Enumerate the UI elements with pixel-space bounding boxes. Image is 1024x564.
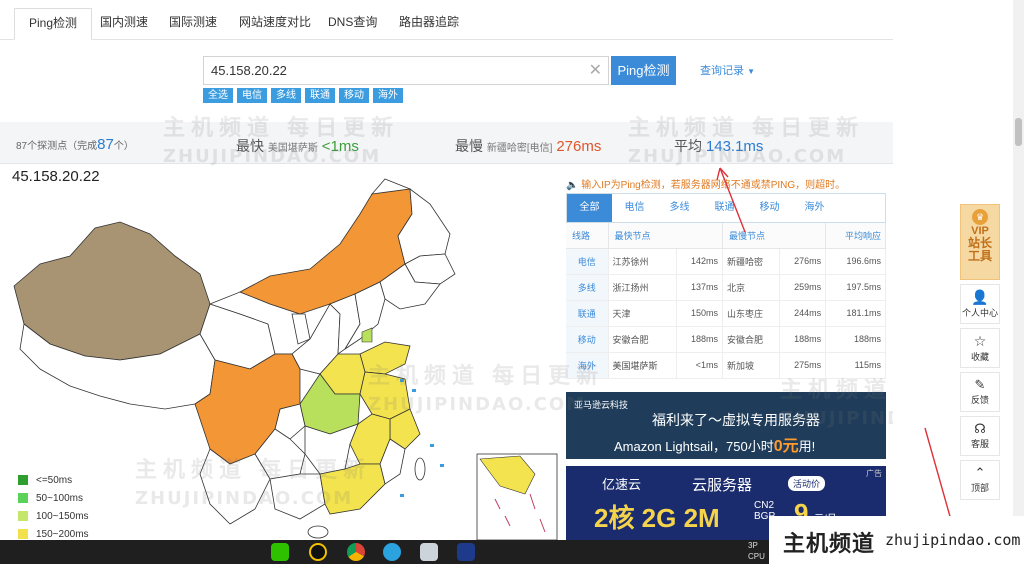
qq-icon[interactable]	[309, 543, 327, 561]
wechat-icon[interactable]	[271, 543, 289, 561]
annotation-arrow-right	[924, 427, 952, 521]
powershell-icon[interactable]	[457, 543, 475, 561]
taskbar-status-a: 3P	[748, 541, 758, 550]
page: Ping检测 国内测速 国际测速 网站速度对比 DNS查询 路由器追踪 ✕ Pi…	[0, 0, 893, 540]
taskbar-status-b: CPU	[748, 552, 765, 561]
brand-cn: 主机频道	[783, 531, 876, 556]
brand-en: zhujipindao.com	[885, 531, 1021, 549]
annotation-arrows	[716, 167, 746, 233]
scrollbar-thumb[interactable]	[1015, 118, 1022, 146]
chrome-icon[interactable]	[347, 543, 365, 561]
monitor-icon[interactable]	[420, 543, 438, 561]
taskbar-status: 3P CPU	[748, 540, 765, 562]
telegram-icon[interactable]	[383, 543, 401, 561]
site-brand-overlay: 主机频道 zhujipindao.com	[769, 516, 1024, 564]
scrollbar[interactable]	[1013, 0, 1024, 540]
